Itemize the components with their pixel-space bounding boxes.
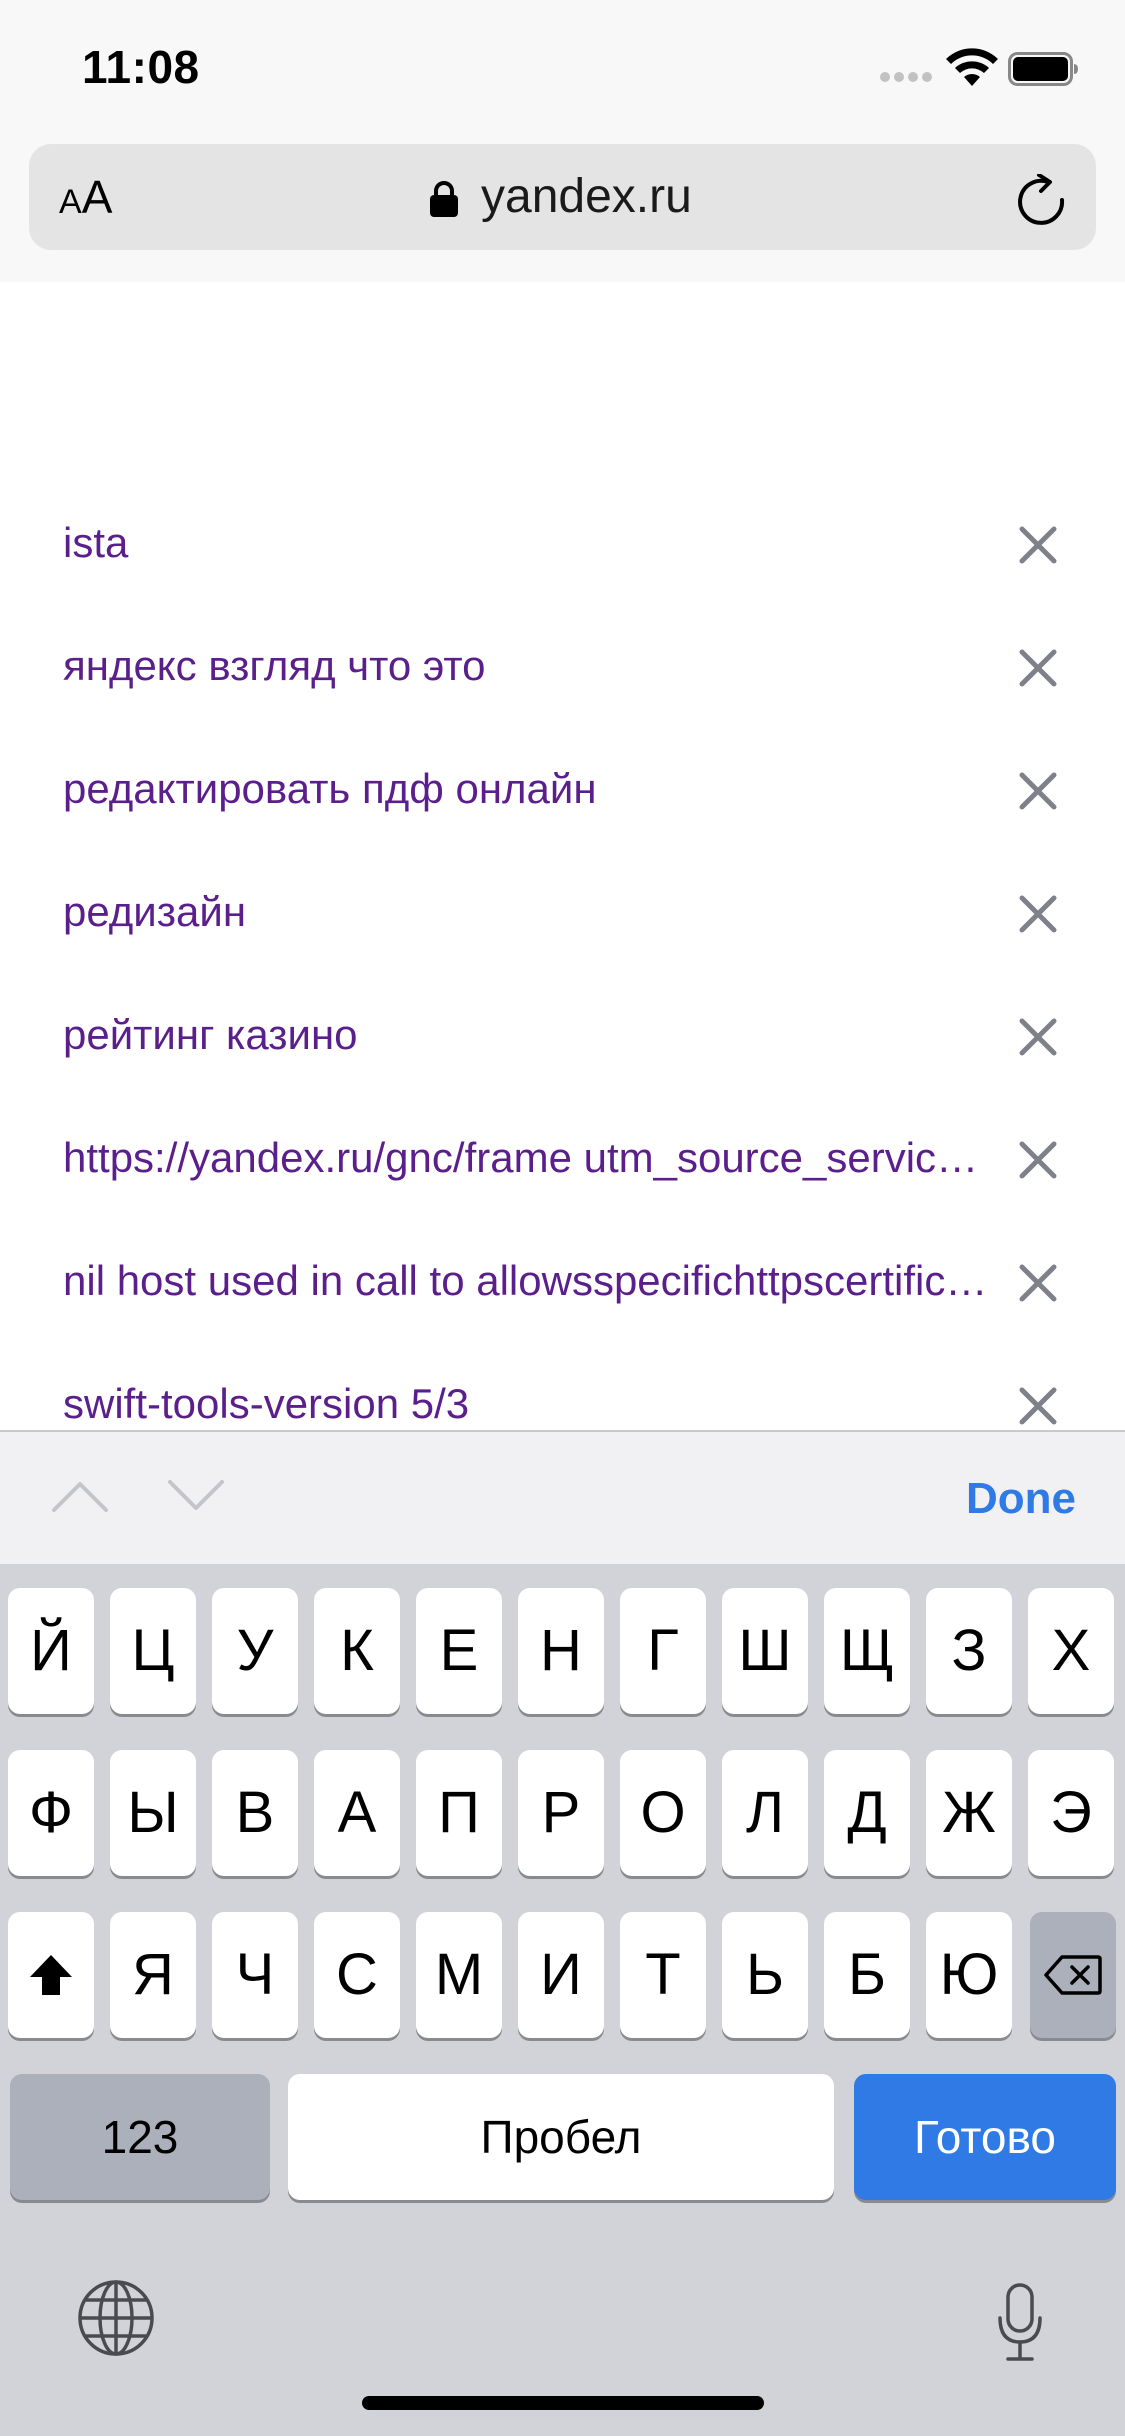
lock-icon <box>430 181 458 217</box>
suggestion-text[interactable]: nil host used in call to allowsspecifich… <box>63 1253 997 1309</box>
space-key[interactable]: Пробел <box>288 2074 834 2200</box>
key[interactable]: Н <box>518 1588 604 1714</box>
numbers-key[interactable]: 123 <box>10 2074 270 2200</box>
suggestion-item[interactable]: редизайн <box>0 854 1125 977</box>
battery-icon <box>1008 52 1078 86</box>
key[interactable]: Ж <box>926 1750 1012 1876</box>
done-button[interactable]: Done <box>966 1472 1076 1526</box>
suggestion-text[interactable]: рейтинг казино <box>63 1007 997 1063</box>
suggestion-item[interactable]: яндекс взгляд что это <box>0 608 1125 731</box>
key[interactable]: Л <box>722 1750 808 1876</box>
delete-suggestion-icon[interactable] <box>1014 644 1062 692</box>
key[interactable]: Я <box>110 1912 196 2038</box>
reload-icon[interactable] <box>1017 174 1067 226</box>
delete-suggestion-icon[interactable] <box>1014 1136 1062 1184</box>
key[interactable]: У <box>212 1588 298 1714</box>
suggestion-item[interactable]: https://yandex.ru/gnc/frame utm_source_s… <box>0 1100 1125 1223</box>
key[interactable]: П <box>416 1750 502 1876</box>
suggestion-text[interactable]: редизайн <box>63 884 997 940</box>
key[interactable]: Ы <box>110 1750 196 1876</box>
suggestion-item[interactable]: swift-tools-version 5/3 <box>0 1346 1125 1430</box>
key[interactable]: С <box>314 1912 400 2038</box>
previous-field-chevron-up-icon[interactable] <box>50 1476 110 1516</box>
key[interactable]: З <box>926 1588 1012 1714</box>
key[interactable]: Ч <box>212 1912 298 2038</box>
shift-key[interactable] <box>8 1912 94 2038</box>
backspace-key[interactable] <box>1030 1912 1116 2038</box>
search-history-list: ista яндекс взгляд что это редактировать… <box>0 290 1125 1430</box>
keyboard-accessory-bar: Done <box>0 1430 1125 1564</box>
return-key[interactable]: Готово <box>854 2074 1116 2200</box>
wifi-icon <box>946 48 998 86</box>
key[interactable]: К <box>314 1588 400 1714</box>
next-field-chevron-down-icon[interactable] <box>166 1476 226 1516</box>
suggestion-item[interactable]: редактировать пдф онлайн <box>0 731 1125 854</box>
shift-icon <box>30 1955 72 1995</box>
address-url: yandex.ru <box>481 170 692 223</box>
globe-icon[interactable] <box>76 2278 156 2358</box>
suggestion-text[interactable]: swift-tools-version 5/3 <box>63 1376 997 1430</box>
delete-suggestion-icon[interactable] <box>1014 767 1062 815</box>
text-size-large-label: A <box>81 171 113 223</box>
status-time: 11:08 <box>82 41 200 93</box>
suggestion-text[interactable]: редактировать пдф онлайн <box>63 761 997 817</box>
key[interactable]: И <box>518 1912 604 2038</box>
key[interactable]: Ш <box>722 1588 808 1714</box>
keyboard: Й Ц У К Е Н Г Ш Щ З Х Ф Ы В А П Р О Л Д … <box>0 1564 1125 2436</box>
backspace-icon <box>1044 1955 1102 1995</box>
key[interactable]: Й <box>8 1588 94 1714</box>
status-bar: 11:08 <box>0 0 1125 140</box>
home-indicator <box>362 2396 764 2410</box>
key[interactable]: Т <box>620 1912 706 2038</box>
text-size-button[interactable]: AA <box>59 172 112 222</box>
cellular-signal-icon <box>880 72 932 84</box>
key[interactable]: Д <box>824 1750 910 1876</box>
key[interactable]: Ц <box>110 1588 196 1714</box>
text-size-small-label: A <box>59 183 82 221</box>
suggestion-item[interactable]: рейтинг казино <box>0 977 1125 1100</box>
delete-suggestion-icon[interactable] <box>1014 1382 1062 1430</box>
browser-toolbar: AA yandex.ru <box>0 140 1125 282</box>
suggestion-text[interactable]: ista <box>63 515 997 571</box>
microphone-icon[interactable] <box>996 2282 1044 2364</box>
address-bar[interactable]: AA yandex.ru <box>29 144 1096 250</box>
suggestion-text[interactable]: https://yandex.ru/gnc/frame utm_source_s… <box>63 1130 997 1186</box>
delete-suggestion-icon[interactable] <box>1014 890 1062 938</box>
key[interactable]: А <box>314 1750 400 1876</box>
key[interactable]: Ь <box>722 1912 808 2038</box>
key[interactable]: О <box>620 1750 706 1876</box>
key[interactable]: М <box>416 1912 502 2038</box>
key[interactable]: Х <box>1028 1588 1114 1714</box>
key[interactable]: Г <box>620 1588 706 1714</box>
suggestion-text[interactable]: яндекс взгляд что это <box>63 638 997 694</box>
suggestion-item[interactable]: ista <box>0 485 1125 608</box>
key[interactable]: Ю <box>926 1912 1012 2038</box>
key[interactable]: Ф <box>8 1750 94 1876</box>
key[interactable]: Р <box>518 1750 604 1876</box>
key[interactable]: Е <box>416 1588 502 1714</box>
delete-suggestion-icon[interactable] <box>1014 521 1062 569</box>
key[interactable]: Б <box>824 1912 910 2038</box>
key[interactable]: Э <box>1028 1750 1114 1876</box>
key[interactable]: В <box>212 1750 298 1876</box>
key[interactable]: Щ <box>824 1588 910 1714</box>
suggestion-item[interactable]: nil host used in call to allowsspecifich… <box>0 1223 1125 1346</box>
delete-suggestion-icon[interactable] <box>1014 1259 1062 1307</box>
delete-suggestion-icon[interactable] <box>1014 1013 1062 1061</box>
